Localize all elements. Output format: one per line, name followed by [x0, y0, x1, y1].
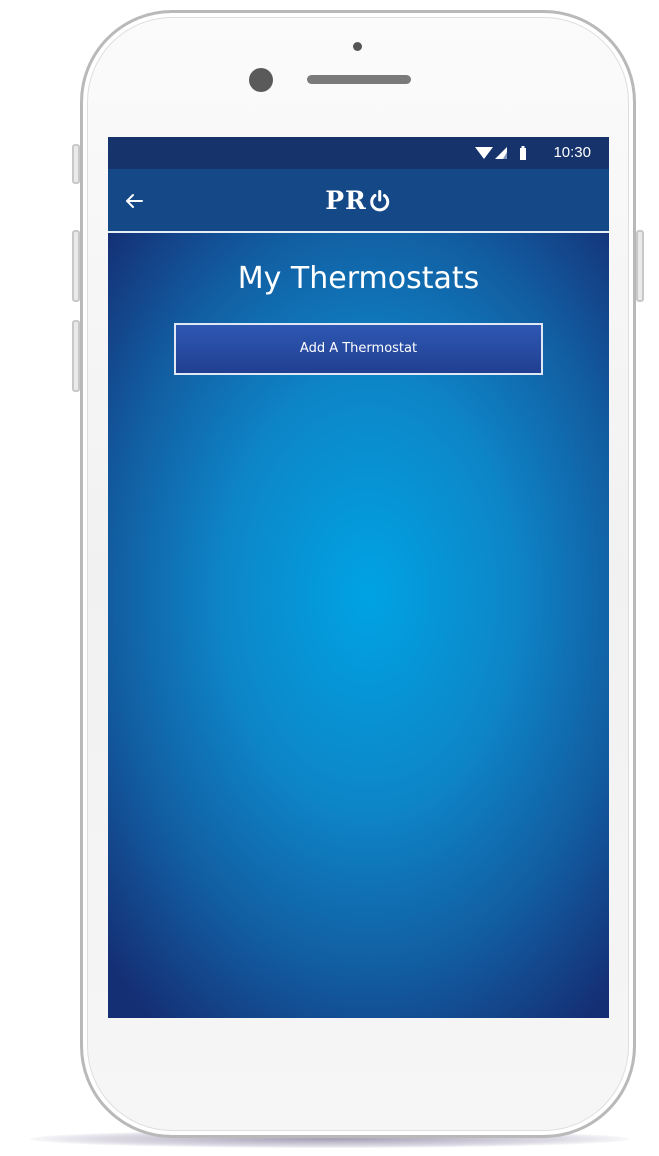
page-title: My Thermostats [237, 261, 480, 296]
power-icon [370, 190, 390, 212]
status-icons [475, 146, 526, 160]
pro-logo: PR [325, 185, 392, 217]
volume-up-button [72, 230, 80, 302]
side-button-top [72, 144, 80, 184]
app-bar: PR [108, 169, 609, 233]
front-camera [249, 68, 273, 92]
signal-icon [495, 147, 507, 159]
add-thermostat-button[interactable]: Add A Thermostat [174, 323, 543, 375]
volume-down-button [72, 320, 80, 392]
battery-icon [520, 146, 526, 160]
earpiece-speaker [307, 75, 411, 84]
phone-screen: 10:30 PR My Thermostats Add A Thermostat [108, 137, 609, 1018]
status-time: 10:30 [553, 144, 591, 161]
back-arrow-icon[interactable] [122, 189, 146, 213]
proximity-sensor [353, 42, 362, 51]
logo-text: PR [325, 186, 367, 215]
power-side-button [636, 230, 644, 302]
wifi-icon [475, 147, 493, 159]
status-bar: 10:30 [108, 137, 609, 169]
stage: 10:30 PR My Thermostats Add A Thermostat [0, 0, 659, 1156]
